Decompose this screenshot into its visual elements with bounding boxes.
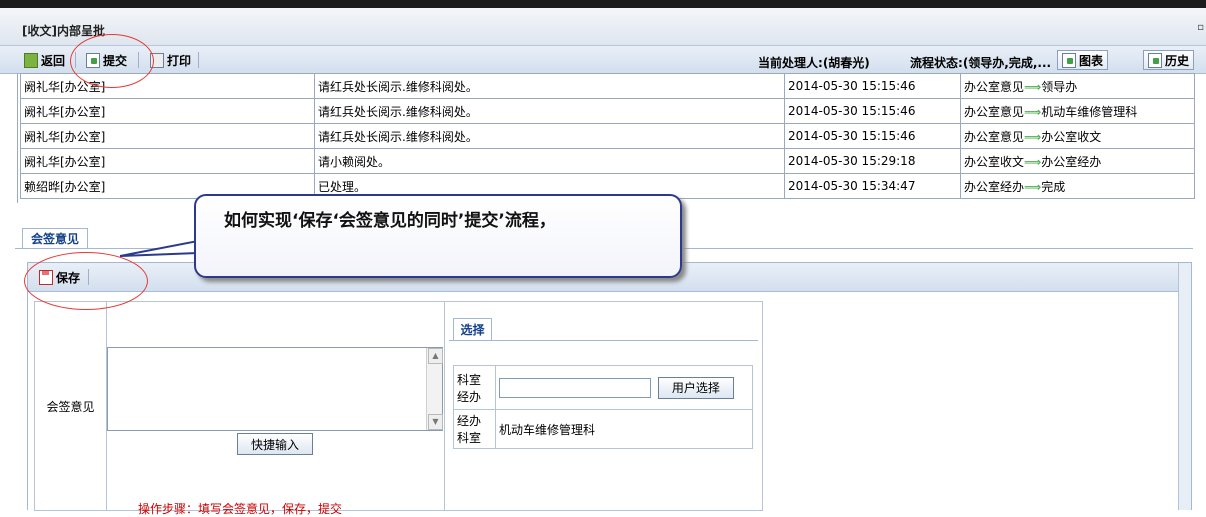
history-table: 阙礼华[办公室] 请红兵处长阅示.维修科阅处。 2014-05-30 15:15:4…	[20, 73, 1195, 199]
flow-to: 办公室收文	[1041, 129, 1102, 144]
dept-label: 经办科室	[453, 409, 496, 449]
scroll-up-icon[interactable]: ▲	[428, 348, 443, 364]
history-icon	[1148, 52, 1162, 68]
select-tab-underline	[449, 340, 758, 341]
office-handler-input[interactable]	[499, 377, 651, 398]
flow-from: 办公室收文	[964, 154, 1025, 169]
flow-from: 办公室意见	[964, 129, 1025, 144]
table-row: 阙礼华[办公室] 请红兵处长阅示.维修科阅处。 2014-05-30 15:15:4…	[20, 73, 1195, 99]
back-label: 返回	[41, 53, 66, 68]
opinion-cell: 请红兵处长阅示.维修科阅处。	[314, 123, 785, 149]
back-button[interactable]: 返回	[24, 52, 65, 68]
time-cell: 2014-05-30 15:15:46	[784, 98, 961, 124]
time-cell: 2014-05-30 15:15:46	[784, 123, 961, 149]
back-icon	[24, 52, 38, 68]
callout-tail	[120, 239, 198, 257]
top-strip	[0, 0, 1206, 8]
flow-from: 办公室意见	[964, 104, 1025, 119]
table-row: 阙礼华[办公室] 请红兵处长阅示.维修科阅处。 2014-05-30 15:15:4…	[20, 123, 1195, 149]
arrow-right-icon: ⟹	[1024, 79, 1042, 94]
flow-from: 办公室经办	[964, 179, 1025, 194]
quick-input-button[interactable]: 快捷输入	[237, 433, 313, 455]
flow-to: 机动车维修管理科	[1041, 104, 1138, 119]
annotation-ring-save	[24, 252, 148, 310]
opinion-cell: 请小赖阅处。	[314, 148, 785, 174]
countersign-panel: 保存 会签意见 ▲ ▼ 快捷输入 选择 科室经办 用户选择 经办科室 机动车维修…	[27, 262, 1192, 511]
flow-step-cell: 办公室收文⟹办公室经办	[960, 148, 1195, 174]
chart-button[interactable]: 图表	[1057, 50, 1109, 70]
flow-step-cell: 办公室意见⟹领导办	[960, 73, 1195, 99]
tab-select[interactable]: 选择	[453, 318, 492, 341]
dept-value: 机动车维修管理科	[495, 409, 753, 449]
left-border	[17, 73, 18, 203]
callout-text: 如何实现‘保存‘会签意见的同时’提交’流程，	[224, 211, 556, 231]
title-bar: [收文]内部呈批 ▫	[0, 8, 1206, 46]
chart-icon	[1062, 52, 1076, 68]
flow-to: 完成	[1041, 179, 1066, 194]
arrow-right-icon: ⟹	[1024, 129, 1042, 144]
user-select-button[interactable]: 用户选择	[657, 376, 734, 399]
question-callout: 如何实现‘保存‘会签意见的同时’提交’流程，	[194, 194, 682, 278]
toolbar-separator	[198, 52, 199, 68]
main-toolbar: 返回 提交 打印 当前处理人:(胡春光) 流程状态:(领导办,完成,... 图表…	[0, 46, 1206, 74]
countersign-form: 会签意见 ▲ ▼ 快捷输入 选择 科室经办 用户选择 经办科室 机动车维修管理科	[34, 301, 763, 511]
flow-status: 流程状态:(领导办,完成,...	[910, 56, 1052, 70]
office-handler-cell: 用户选择	[495, 365, 753, 410]
time-cell: 2014-05-30 15:15:46	[784, 73, 961, 99]
user-cell: 阙礼华[办公室]	[20, 98, 315, 124]
restore-icon[interactable]: ▫	[1197, 22, 1204, 33]
current-handler: 当前处理人:(胡春光)	[758, 56, 870, 70]
print-button[interactable]: 打印	[150, 52, 191, 68]
arrow-right-icon: ⟹	[1024, 104, 1042, 119]
opinion-cell: 请红兵处长阅示.维修科阅处。	[314, 98, 785, 124]
time-cell: 2014-05-30 15:34:47	[784, 173, 961, 199]
time-cell: 2014-05-30 15:29:18	[784, 148, 961, 174]
textarea-scrollbar[interactable]: ▲ ▼	[426, 348, 443, 430]
annotation-ring-submit	[70, 34, 154, 88]
arrow-right-icon: ⟹	[1024, 179, 1042, 194]
user-cell: 阙礼华[办公室]	[20, 123, 315, 149]
countersign-label: 会签意见	[35, 302, 107, 510]
flow-to: 办公室经办	[1041, 154, 1102, 169]
flow-step-cell: 办公室经办⟹完成	[960, 173, 1195, 199]
flow-step-cell: 办公室意见⟹机动车维修管理科	[960, 98, 1195, 124]
user-cell: 阙礼华[办公室]	[20, 148, 315, 174]
table-row: 阙礼华[办公室] 请红兵处长阅示.维修科阅处。 2014-05-30 15:15:4…	[20, 98, 1195, 124]
flow-to: 领导办	[1041, 79, 1078, 94]
flow-from: 办公室意见	[964, 79, 1025, 94]
print-label: 打印	[167, 53, 192, 68]
tab-countersign[interactable]: 会签意见	[22, 228, 88, 249]
scroll-down-icon[interactable]: ▼	[428, 414, 443, 430]
history-button[interactable]: 历史	[1143, 50, 1195, 70]
opinion-textarea[interactable]: ▲ ▼	[107, 347, 443, 431]
select-section: 选择 科室经办 用户选择 经办科室 机动车维修管理科	[445, 302, 762, 510]
table-row: 阙礼华[办公室] 请小赖阅处。 2014-05-30 15:29:18 办公室收文⟹办…	[20, 148, 1195, 174]
arrow-right-icon: ⟹	[1024, 154, 1042, 169]
user-cell: 阙礼华[办公室]	[20, 73, 315, 99]
office-handler-label: 科室经办	[453, 365, 496, 410]
opinion-cell: ▲ ▼ 快捷输入	[107, 302, 445, 510]
select-table: 科室经办 用户选择 经办科室 机动车维修管理科	[453, 365, 753, 449]
flow-step-cell: 办公室意见⟹办公室收文	[960, 123, 1195, 149]
panel-scrollbar[interactable]	[1178, 263, 1191, 510]
opinion-cell: 请红兵处长阅示.维修科阅处。	[314, 73, 785, 99]
